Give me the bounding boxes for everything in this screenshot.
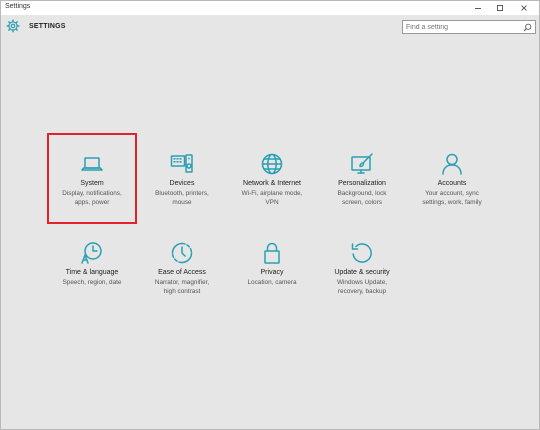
tile-description-line: Your account, sync [425, 190, 479, 197]
minimize-icon [475, 8, 481, 9]
tile-description-line: apps, power [74, 199, 110, 206]
tile-accounts[interactable]: Accounts Your account, sync settings, wo… [408, 152, 496, 232]
tile-description: Bluetooth, printers, mouse [138, 189, 226, 207]
page-title: SETTINGS [29, 23, 66, 30]
tile-description-line: Narrator, magnifier, [154, 279, 210, 286]
refresh-icon [350, 241, 374, 265]
tile-description-line: settings, work, family [422, 199, 482, 206]
title-bar[interactable]: Settings [1, 1, 539, 15]
tile-system[interactable]: System Display, notifications, apps, pow… [48, 152, 136, 232]
tile-description: Background, lock screen, colors [318, 189, 406, 207]
tile-name: Privacy [260, 269, 284, 276]
tile-description-line: Location, camera [247, 279, 297, 286]
tile-name: Ease of Access [158, 269, 206, 276]
tile-description-line: VPN [265, 199, 279, 206]
tile-description: Wi-Fi, airplane mode, VPN [228, 189, 316, 207]
person-icon [440, 152, 464, 176]
search-input[interactable] [406, 21, 516, 33]
tile-privacy[interactable]: Privacy Location, camera [228, 241, 316, 321]
tile-description: Narrator, magnifier, high contrast [138, 278, 226, 296]
ease-of-access-icon [170, 241, 194, 265]
tile-ease-of-access[interactable]: Ease of Access Narrator, magnifier, high… [138, 241, 226, 321]
close-button[interactable] [513, 1, 535, 15]
settings-header: SETTINGS [1, 15, 539, 41]
paintbrush-monitor-icon [350, 152, 374, 176]
keyboard-speaker-icon [170, 152, 194, 176]
gear-icon [6, 19, 20, 33]
close-icon [521, 5, 527, 11]
minimize-button[interactable] [467, 1, 489, 15]
globe-icon [260, 152, 284, 176]
tile-name: Personalization [338, 180, 386, 187]
tile-name: System [80, 180, 104, 187]
tile-name: Network & Internet [243, 180, 301, 187]
tile-network-internet[interactable]: Network & Internet Wi-Fi, airplane mode,… [228, 152, 316, 232]
search-icon[interactable] [523, 23, 532, 32]
laptop-icon [80, 152, 104, 176]
tile-description-line: high contrast [163, 288, 201, 295]
maximize-button[interactable] [489, 1, 511, 15]
tile-name: Update & security [334, 269, 390, 276]
tile-update-security[interactable]: Update & security Windows Update, recove… [318, 241, 406, 321]
tile-description-line: recovery, backup [337, 288, 387, 295]
lock-icon [260, 241, 284, 265]
clock-language-icon [80, 241, 104, 265]
tile-description-line: Windows Update, [336, 279, 388, 286]
tile-description-line: screen, colors [342, 199, 382, 206]
tile-description-line: Speech, region, date [62, 279, 122, 286]
tile-name: Time & language [65, 269, 119, 276]
tile-description-line: Background, lock [337, 190, 387, 197]
tile-personalization[interactable]: Personalization Background, lock screen,… [318, 152, 406, 232]
window-title: Settings [5, 3, 31, 10]
tile-description: Your account, sync settings, work, famil… [408, 189, 496, 207]
tile-description-line: Display, notifications, [62, 190, 122, 197]
tile-description-line: Wi-Fi, airplane mode, [241, 190, 303, 197]
tile-description: Location, camera [228, 278, 316, 287]
tile-description: Windows Update, recovery, backup [318, 278, 406, 296]
tile-description: Display, notifications, apps, power [48, 189, 136, 207]
tile-time-language[interactable]: Time & language Speech, region, date [48, 241, 136, 321]
tile-description-line: mouse [172, 199, 192, 206]
tile-name: Accounts [437, 180, 467, 187]
tile-devices[interactable]: Devices Bluetooth, printers, mouse [138, 152, 226, 232]
search-box[interactable] [402, 20, 536, 34]
tile-name: Devices [169, 180, 195, 187]
settings-window: Settings SETTINGS Find a setting System … [0, 0, 540, 430]
maximize-icon [497, 5, 503, 11]
tile-description: Speech, region, date [48, 278, 136, 287]
tile-description-line: Bluetooth, printers, [155, 190, 209, 197]
